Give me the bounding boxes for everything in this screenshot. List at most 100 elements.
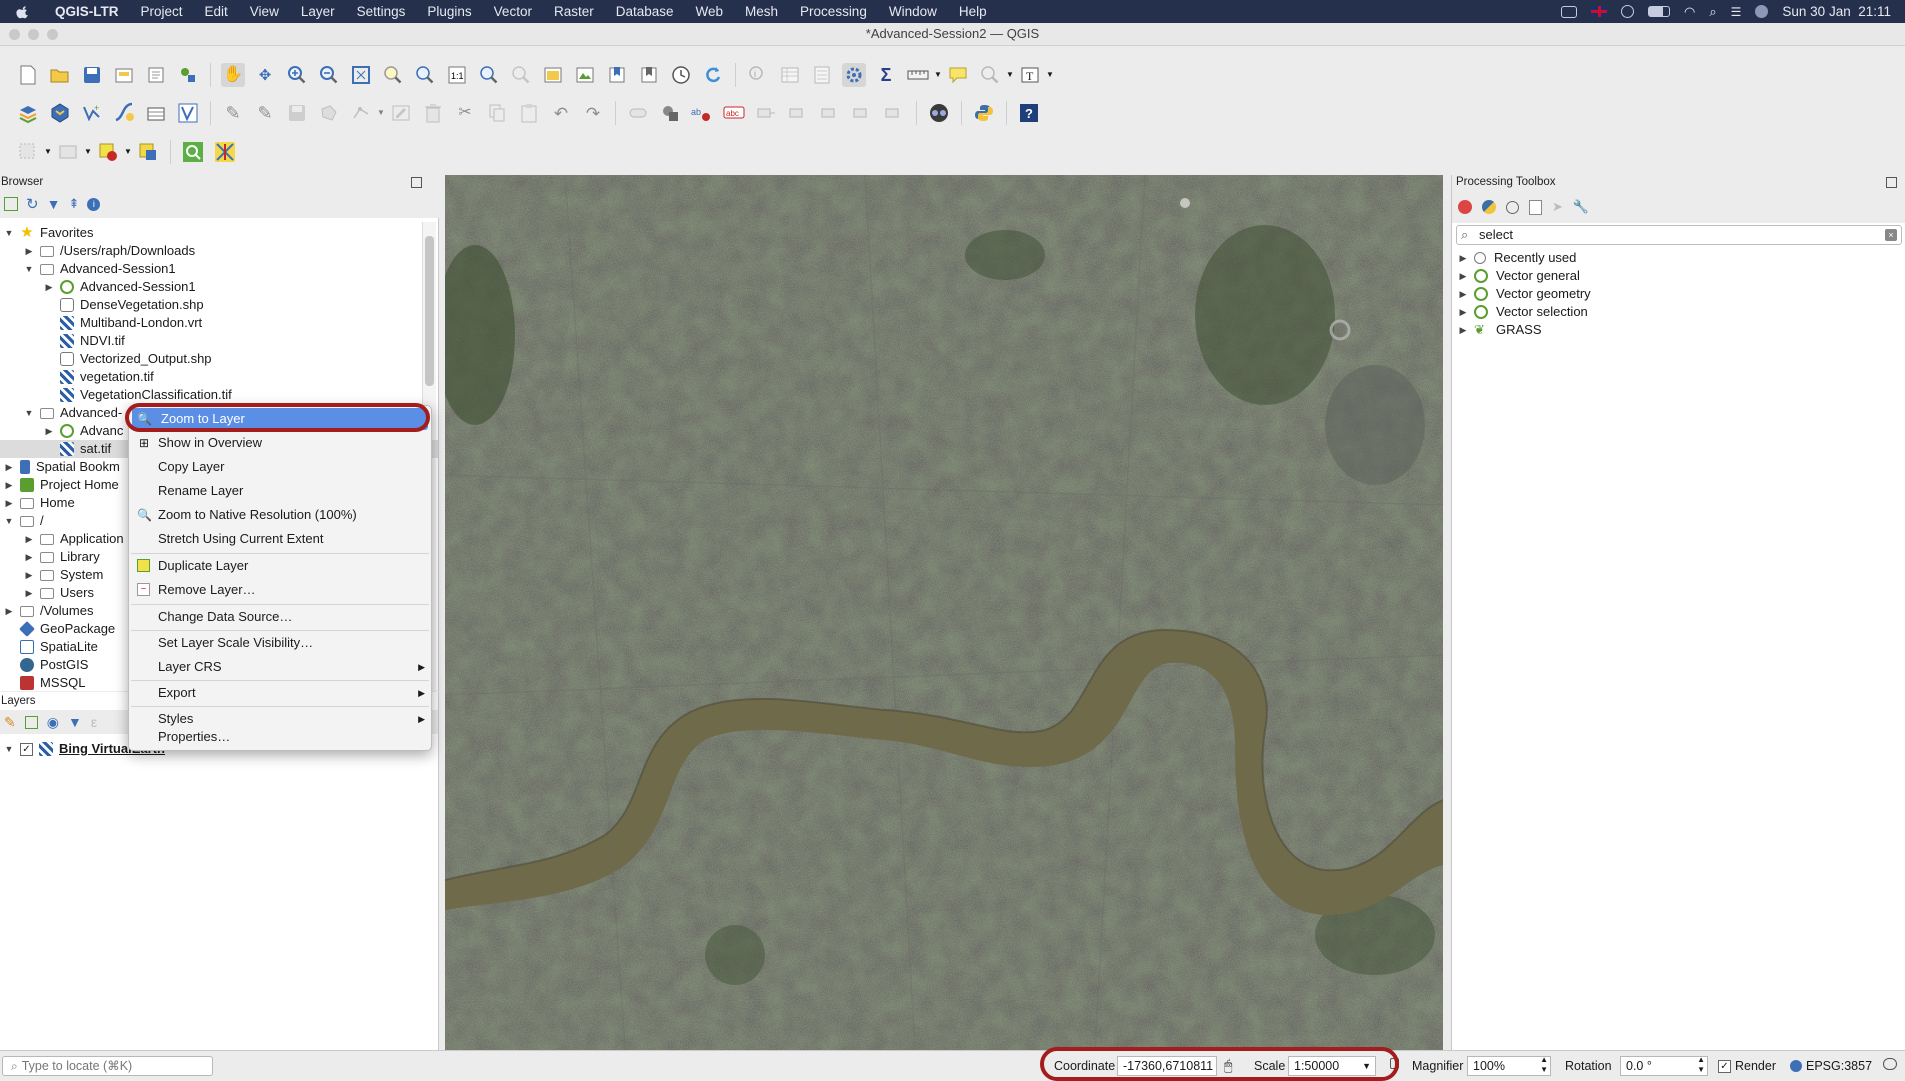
- zoom-native-resolution-icon[interactable]: 1:1: [445, 63, 469, 87]
- deselect-features-icon[interactable]: [96, 140, 120, 164]
- new-shapefile-layer-icon[interactable]: +: [80, 101, 104, 125]
- delete-selected-icon[interactable]: [421, 101, 445, 125]
- apple-icon[interactable]: [16, 5, 30, 19]
- zoom-out-icon[interactable]: [317, 63, 341, 87]
- paste-features-icon[interactable]: [517, 101, 541, 125]
- float-panel-icon[interactable]: [411, 177, 422, 188]
- menu-processing[interactable]: Processing: [800, 4, 867, 19]
- tree-item-applications[interactable]: ▶ Application: [24, 530, 124, 548]
- toolbox-item-vector-geometry[interactable]: ▶ Vector geometry: [1458, 285, 1591, 303]
- python-console-icon[interactable]: [972, 101, 996, 125]
- dropdown-arrow-icon[interactable]: ▼: [124, 140, 132, 164]
- current-edits-icon[interactable]: ✎: [253, 101, 277, 125]
- refresh-browser-icon[interactable]: ↻: [26, 195, 39, 213]
- menu-database[interactable]: Database: [616, 4, 674, 19]
- locator-search-input[interactable]: ⌕ Type to locate (⌘K): [2, 1056, 213, 1076]
- show-bookmarks-icon[interactable]: [637, 63, 661, 87]
- toolbox-item-vector-general[interactable]: ▶ Vector general: [1458, 267, 1580, 285]
- menu-item-zoom-native-resolution[interactable]: 🔍 Zoom to Native Resolution (100%): [129, 504, 431, 526]
- tree-item-advanced-session1-folder[interactable]: ▼ Advanced-Session1: [24, 260, 176, 278]
- select-by-area-icon[interactable]: [16, 140, 40, 164]
- open-field-calculator-icon[interactable]: [810, 63, 834, 87]
- unplaced-labels-icon[interactable]: abc: [722, 101, 746, 125]
- tree-item-volumes[interactable]: ▶/Volumes: [4, 602, 94, 620]
- menu-layer[interactable]: Layer: [301, 4, 335, 19]
- stepper-icon[interactable]: ▲ ▼: [1697, 1055, 1705, 1075]
- temporal-controller-icon[interactable]: [669, 63, 693, 87]
- magnifier-field[interactable]: 100% ▲ ▼: [1467, 1055, 1551, 1076]
- tree-item-root[interactable]: ▼ /: [4, 512, 44, 530]
- options-icon[interactable]: 🔧: [1573, 199, 1589, 215]
- history-icon[interactable]: [1506, 200, 1519, 214]
- zoom-next-icon[interactable]: [509, 63, 533, 87]
- siri-icon[interactable]: [1755, 5, 1769, 18]
- toolbox-item-grass[interactable]: ▶ ❦ GRASS: [1458, 321, 1542, 339]
- semi-automatic-classification-icon[interactable]: [213, 140, 237, 164]
- crs-button[interactable]: EPSG:3857: [1806, 1056, 1872, 1076]
- menu-item-set-scale-visibility[interactable]: Set Layer Scale Visibility…: [129, 632, 431, 654]
- new-geopackage-layer-icon[interactable]: [48, 101, 72, 125]
- tree-item-system[interactable]: ▶ System: [24, 566, 104, 584]
- data-source-manager-icon[interactable]: [16, 101, 40, 125]
- battery-icon[interactable]: [1648, 6, 1671, 17]
- add-selected-layers-icon[interactable]: [4, 197, 18, 211]
- save-layer-edits-icon[interactable]: [285, 101, 309, 125]
- browser-scrollbar-thumb[interactable]: [425, 236, 434, 386]
- style-manager-icon[interactable]: [176, 63, 200, 87]
- messages-icon[interactable]: [1883, 1058, 1897, 1070]
- vertex-tool-icon[interactable]: [349, 101, 373, 125]
- tree-item-users[interactable]: ▶ Users: [24, 584, 94, 602]
- georeferencer-icon[interactable]: [927, 101, 951, 125]
- move-label-icon[interactable]: [754, 101, 778, 125]
- move-diagram-icon[interactable]: [882, 101, 906, 125]
- zoom-in-icon[interactable]: [285, 63, 309, 87]
- minimize-window-button[interactable]: [28, 29, 39, 40]
- menu-item-stretch-current-extent[interactable]: Stretch Using Current Extent: [129, 528, 431, 550]
- new-virtual-layer-icon[interactable]: [144, 101, 168, 125]
- menu-window[interactable]: Window: [889, 4, 937, 19]
- undo-icon[interactable]: ↶: [549, 101, 573, 125]
- tree-item-vectorized-output[interactable]: Vectorized_Output.shp: [60, 350, 212, 368]
- tree-item-geopackage[interactable]: GeoPackage: [4, 620, 115, 638]
- enable-properties-icon[interactable]: i: [87, 197, 101, 211]
- redo-icon[interactable]: ↷: [581, 101, 605, 125]
- select-by-location-icon[interactable]: [136, 140, 160, 164]
- statistical-summary-icon[interactable]: Σ: [874, 63, 898, 87]
- layer-visibility-checkbox[interactable]: ✓: [20, 742, 33, 756]
- dropdown-arrow-icon[interactable]: ▼: [1006, 63, 1014, 87]
- menu-mesh[interactable]: Mesh: [745, 4, 778, 19]
- toolbox-search-input[interactable]: ⌕ select ×: [1456, 225, 1902, 245]
- pin-labels-icon[interactable]: [658, 101, 682, 125]
- identify-features-icon[interactable]: i: [746, 63, 770, 87]
- models-icon[interactable]: [1458, 200, 1472, 214]
- rotate-label-icon[interactable]: [786, 101, 810, 125]
- save-project-icon[interactable]: [80, 63, 104, 87]
- add-polygon-feature-icon[interactable]: [317, 101, 341, 125]
- float-panel-icon[interactable]: [1886, 177, 1897, 188]
- menu-item-export[interactable]: Export ▶: [129, 682, 431, 704]
- menu-item-layer-crs[interactable]: Layer CRS ▶: [129, 656, 431, 678]
- search-icon[interactable]: ⌕: [1709, 4, 1716, 20]
- flag-icon[interactable]: [1591, 6, 1608, 17]
- menu-item-copy-layer[interactable]: Copy Layer: [129, 456, 431, 478]
- measure-line-icon[interactable]: [906, 63, 930, 87]
- tree-item-home[interactable]: ▶ Home: [4, 494, 75, 512]
- tree-item-downloads[interactable]: ▶/Users/raph/Downloads: [24, 242, 196, 260]
- menu-edit[interactable]: Edit: [205, 4, 228, 19]
- tree-item-favorites[interactable]: ▼ ★ Favorites: [4, 224, 94, 242]
- rotation-field[interactable]: 0.0 ° ▲ ▼: [1620, 1055, 1708, 1076]
- menu-plugins[interactable]: Plugins: [427, 4, 471, 19]
- dropdown-arrow-icon[interactable]: ▼: [1046, 63, 1054, 87]
- map-tips-icon[interactable]: [946, 63, 970, 87]
- new-print-layout-icon[interactable]: [112, 63, 136, 87]
- edit-features-in-place-icon[interactable]: ➤: [1552, 199, 1563, 215]
- menu-item-show-in-overview[interactable]: ⊞ Show in Overview: [129, 432, 431, 454]
- dropdown-arrow-icon[interactable]: ▼: [377, 101, 385, 125]
- open-layer-styling-icon[interactable]: ✎: [4, 714, 16, 731]
- dropdown-arrow-icon[interactable]: ▼: [934, 63, 942, 87]
- menu-view[interactable]: View: [250, 4, 279, 19]
- zoom-to-selection-icon[interactable]: [381, 63, 405, 87]
- label-toolbar-icon[interactable]: [626, 101, 650, 125]
- menu-item-properties[interactable]: Properties…: [129, 726, 431, 748]
- tree-item-vegetation-classification[interactable]: VegetationClassification.tif: [60, 386, 232, 404]
